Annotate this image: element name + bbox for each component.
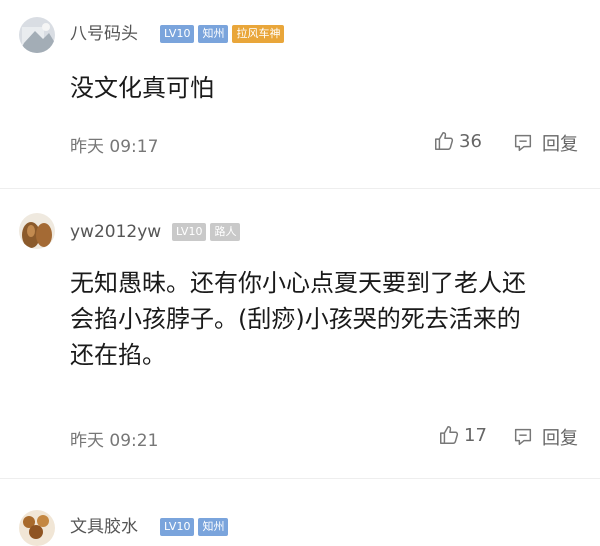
rank-badge: 知州: [198, 518, 229, 536]
comment-text-line: 还在掐。: [70, 341, 166, 369]
reply-label: 回复: [542, 428, 578, 449]
reply-label: 回复: [542, 134, 578, 155]
thumbs-up-icon: [435, 132, 454, 150]
reply-button[interactable]: 回复: [512, 424, 578, 450]
level-badge: LV10: [160, 25, 195, 43]
avatar[interactable]: [19, 213, 55, 249]
user-badges: LV10 知州 拉风车神: [160, 25, 285, 43]
comment-time: 昨天 09:21: [70, 431, 159, 451]
like-button[interactable]: 17: [438, 424, 487, 446]
avatar[interactable]: [19, 510, 55, 546]
comment-item: yw2012yw LV10 路人 无知愚昧。还有你小心点夏天要到了老人还 会掐小…: [0, 190, 600, 480]
user-badges: LV10 知州: [160, 518, 229, 536]
like-button[interactable]: 36: [433, 130, 482, 152]
reply-icon: [514, 428, 532, 446]
avatar[interactable]: [19, 17, 55, 53]
user-badges: LV10 路人: [172, 223, 241, 241]
reply-icon: [514, 134, 532, 152]
avatar-image: [19, 17, 55, 53]
username[interactable]: 文具胶水: [70, 517, 138, 537]
comment-text: 没文化真可怕: [70, 74, 214, 102]
avatar-image: [19, 510, 55, 546]
reply-button[interactable]: 回复: [512, 130, 578, 156]
comment-text-line: 会掐小孩脖子。(刮痧)小孩哭的死去活来的: [70, 305, 521, 333]
avatar-image: [19, 213, 55, 249]
rank-badge: 知州: [198, 25, 229, 43]
like-count: 17: [464, 424, 487, 446]
level-badge: LV10: [172, 223, 207, 241]
thumbs-up-icon: [440, 426, 459, 444]
comment-text: 无知愚昧。还有你小心点夏天要到了老人还 会掐小孩脖子。(刮痧)小孩哭的死去活来的…: [70, 265, 570, 373]
comment-time: 昨天 09:17: [70, 137, 159, 157]
username[interactable]: yw2012yw: [70, 222, 161, 242]
title-badge: 拉风车神: [232, 25, 285, 43]
divider: [0, 188, 600, 189]
rank-badge: 路人: [210, 223, 241, 241]
comment-text-line: 无知愚昧。还有你小心点夏天要到了老人还: [70, 269, 526, 297]
level-badge: LV10: [160, 518, 195, 536]
username[interactable]: 八号码头: [70, 24, 138, 44]
comment-item: 八号码头 LV10 知州 拉风车神 没文化真可怕 昨天 09:17 36 回复: [0, 0, 600, 190]
like-count: 36: [459, 130, 482, 152]
comment-item: 文具胶水 LV10 知州: [0, 480, 600, 546]
divider: [0, 478, 600, 479]
